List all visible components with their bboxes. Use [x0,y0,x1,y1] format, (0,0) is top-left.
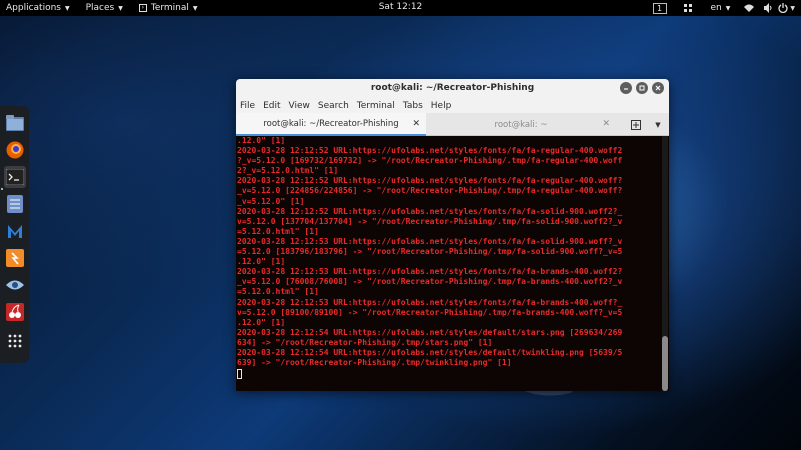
chevron-down-icon: ▼ [655,120,661,129]
scrollbar[interactable] [662,136,668,391]
tab-close-icon[interactable]: ✕ [412,119,420,129]
terminal-line: 2020-03-28 12:12:52 URL:https://ufolabs.… [237,146,623,156]
volume-icon[interactable] [763,3,773,13]
terminal-line: .12.0" [1] [237,317,286,327]
terminal-line: v=5.12.0 [137704/137704] -> "/root/Recre… [237,216,623,226]
new-tab-button[interactable] [625,113,647,136]
terminal-line: _v=5.12.0 [224856/224856] -> "/root/Recr… [237,186,623,196]
dock-terminal[interactable] [1,165,26,190]
terminal-window: root@kali: ~/Recreator-Phishing File Edi… [236,79,669,391]
places-label: Places [85,3,115,13]
scrollbar-thumb[interactable] [662,336,668,391]
dash-dock [0,106,29,363]
cherry-icon [5,302,24,321]
minimize-button[interactable] [620,82,632,94]
applications-menu[interactable]: Applications ▼ [0,0,76,16]
menu-edit[interactable]: Edit [263,101,280,111]
terminal-text: .12.0" [1] 2020-03-28 12:12:52 URL:https:… [237,136,661,368]
top-panel: Applications ▼ Places ▼ › Terminal ▼ Sat… [0,0,801,16]
dock-beef[interactable] [4,274,26,296]
caret-down-icon: ▼ [192,4,198,12]
caret-down-icon: ▼ [725,4,731,12]
language-menu[interactable]: en ▼ [707,0,735,16]
terminal-line: 2020-03-28 12:12:53 URL:https://ufolabs.… [237,297,623,307]
dock-show-apps[interactable] [4,330,26,352]
window-title: root@kali: ~/Recreator-Phishing [370,83,535,93]
terminal-app-label: Terminal [150,3,189,13]
terminal-line: =5.12.0.html" [1] [237,287,319,297]
terminal-line: 2020-03-28 12:12:53 URL:https://ufolabs.… [237,236,623,246]
terminal-line: 639] -> "/root/Recreator-Phishing/.tmp/t… [237,358,512,368]
caret-down-icon: ▼ [118,4,123,12]
system-caret-down-icon[interactable]: ▼ [790,5,795,12]
workspace-indicator[interactable]: 1 [652,2,667,14]
eye-icon [5,280,24,289]
caret-down-icon: ▼ [64,4,70,12]
dock-notes[interactable] [4,193,26,215]
terminal-line: _v=5.12.0" [1] [237,196,305,206]
grid-icon [8,334,21,348]
wifi-icon[interactable] [744,3,755,13]
maximize-button[interactable] [636,82,648,94]
terminal-line: 2020-03-28 12:12:52 URL:https://ufolabs.… [237,176,623,186]
running-indicator [1,188,3,190]
places-menu[interactable]: Places ▼ [80,0,129,16]
terminal-line: 2020-03-28 12:12:52 URL:https://ufolabs.… [237,206,623,216]
dock-cherrytree[interactable] [4,301,26,323]
folder-icon [5,114,24,131]
text-cursor [237,369,242,380]
menu-help[interactable]: Help [431,101,452,111]
grid-switcher-icon[interactable] [683,3,693,13]
terminal-line: ?_v=5.12.0 [169732/169732] -> "/root/Rec… [237,156,623,166]
terminal-line: =5.12.0 [183796/183796] -> "/root/Recrea… [237,247,623,257]
dock-maltego[interactable] [4,220,26,242]
terminal-output[interactable]: .12.0" [1] 2020-03-28 12:12:52 URL:https:… [236,136,669,391]
menu-tabs[interactable]: Tabs [403,101,423,111]
menu-view[interactable]: View [289,101,310,111]
terminal-line: 634] -> "/root/Recreator-Phishing/.tmp/s… [237,337,493,347]
maximize-icon [639,85,645,91]
notes-icon [6,194,23,213]
tab-menu-button[interactable]: ▼ [647,113,669,136]
terminal-app-icon: › [138,4,147,12]
menu-search[interactable]: Search [318,101,349,111]
dock-files[interactable] [4,112,26,134]
menu-terminal[interactable]: Terminal [357,101,395,111]
firefox-icon [6,141,23,158]
tab-label: root@kali: ~/Recreator-Phishing [263,118,399,129]
power-icon[interactable] [778,3,788,13]
terminal-app-menu[interactable]: › Terminal ▼ [133,0,204,16]
close-button[interactable] [652,82,664,94]
tab-home[interactable]: root@kali: ~ ✕ [426,113,616,136]
dock-burpsuite[interactable] [4,247,26,269]
language-label: en [710,3,722,13]
new-tab-icon [631,119,641,130]
tab-close-icon[interactable]: ✕ [602,119,610,129]
applications-label: Applications [6,3,61,13]
burpsuite-icon [5,248,24,267]
terminal-line: 2?_v=5.12.0.html" [1] [237,166,339,176]
terminal-line: .12.0" [1] [237,257,286,267]
terminal-line: .12.0" [1] [237,136,286,145]
minimize-icon [624,88,628,90]
menu-bar: File Edit View Search Terminal Tabs Help [236,98,669,113]
terminal-line: 2020-03-28 12:12:54 URL:https://ufolabs.… [237,327,623,337]
tab-bar: root@kali: ~/Recreator-Phishing ✕ root@k… [236,113,669,136]
terminal-line: 2020-03-28 12:12:53 URL:https://ufolabs.… [237,267,623,277]
terminal-line: 2020-03-28 12:12:54 URL:https://ufolabs.… [237,347,623,357]
maltego-icon [7,224,22,238]
terminal-icon [5,168,24,185]
window-titlebar[interactable]: root@kali: ~/Recreator-Phishing [236,79,669,98]
terminal-line: _v=5.12.0 [76008/76008] -> "/root/Recrea… [237,277,623,287]
close-icon [655,85,661,91]
terminal-line: =5.12.0.html" [1] [237,226,319,236]
tab-recreator-phishing[interactable]: root@kali: ~/Recreator-Phishing ✕ [236,113,426,136]
menu-file[interactable]: File [240,101,255,111]
terminal-line: v=5.12.0 [89100/89100] -> "/root/Recreat… [237,307,623,317]
dock-firefox[interactable] [4,139,26,161]
tab-label: root@kali: ~ [494,119,548,130]
